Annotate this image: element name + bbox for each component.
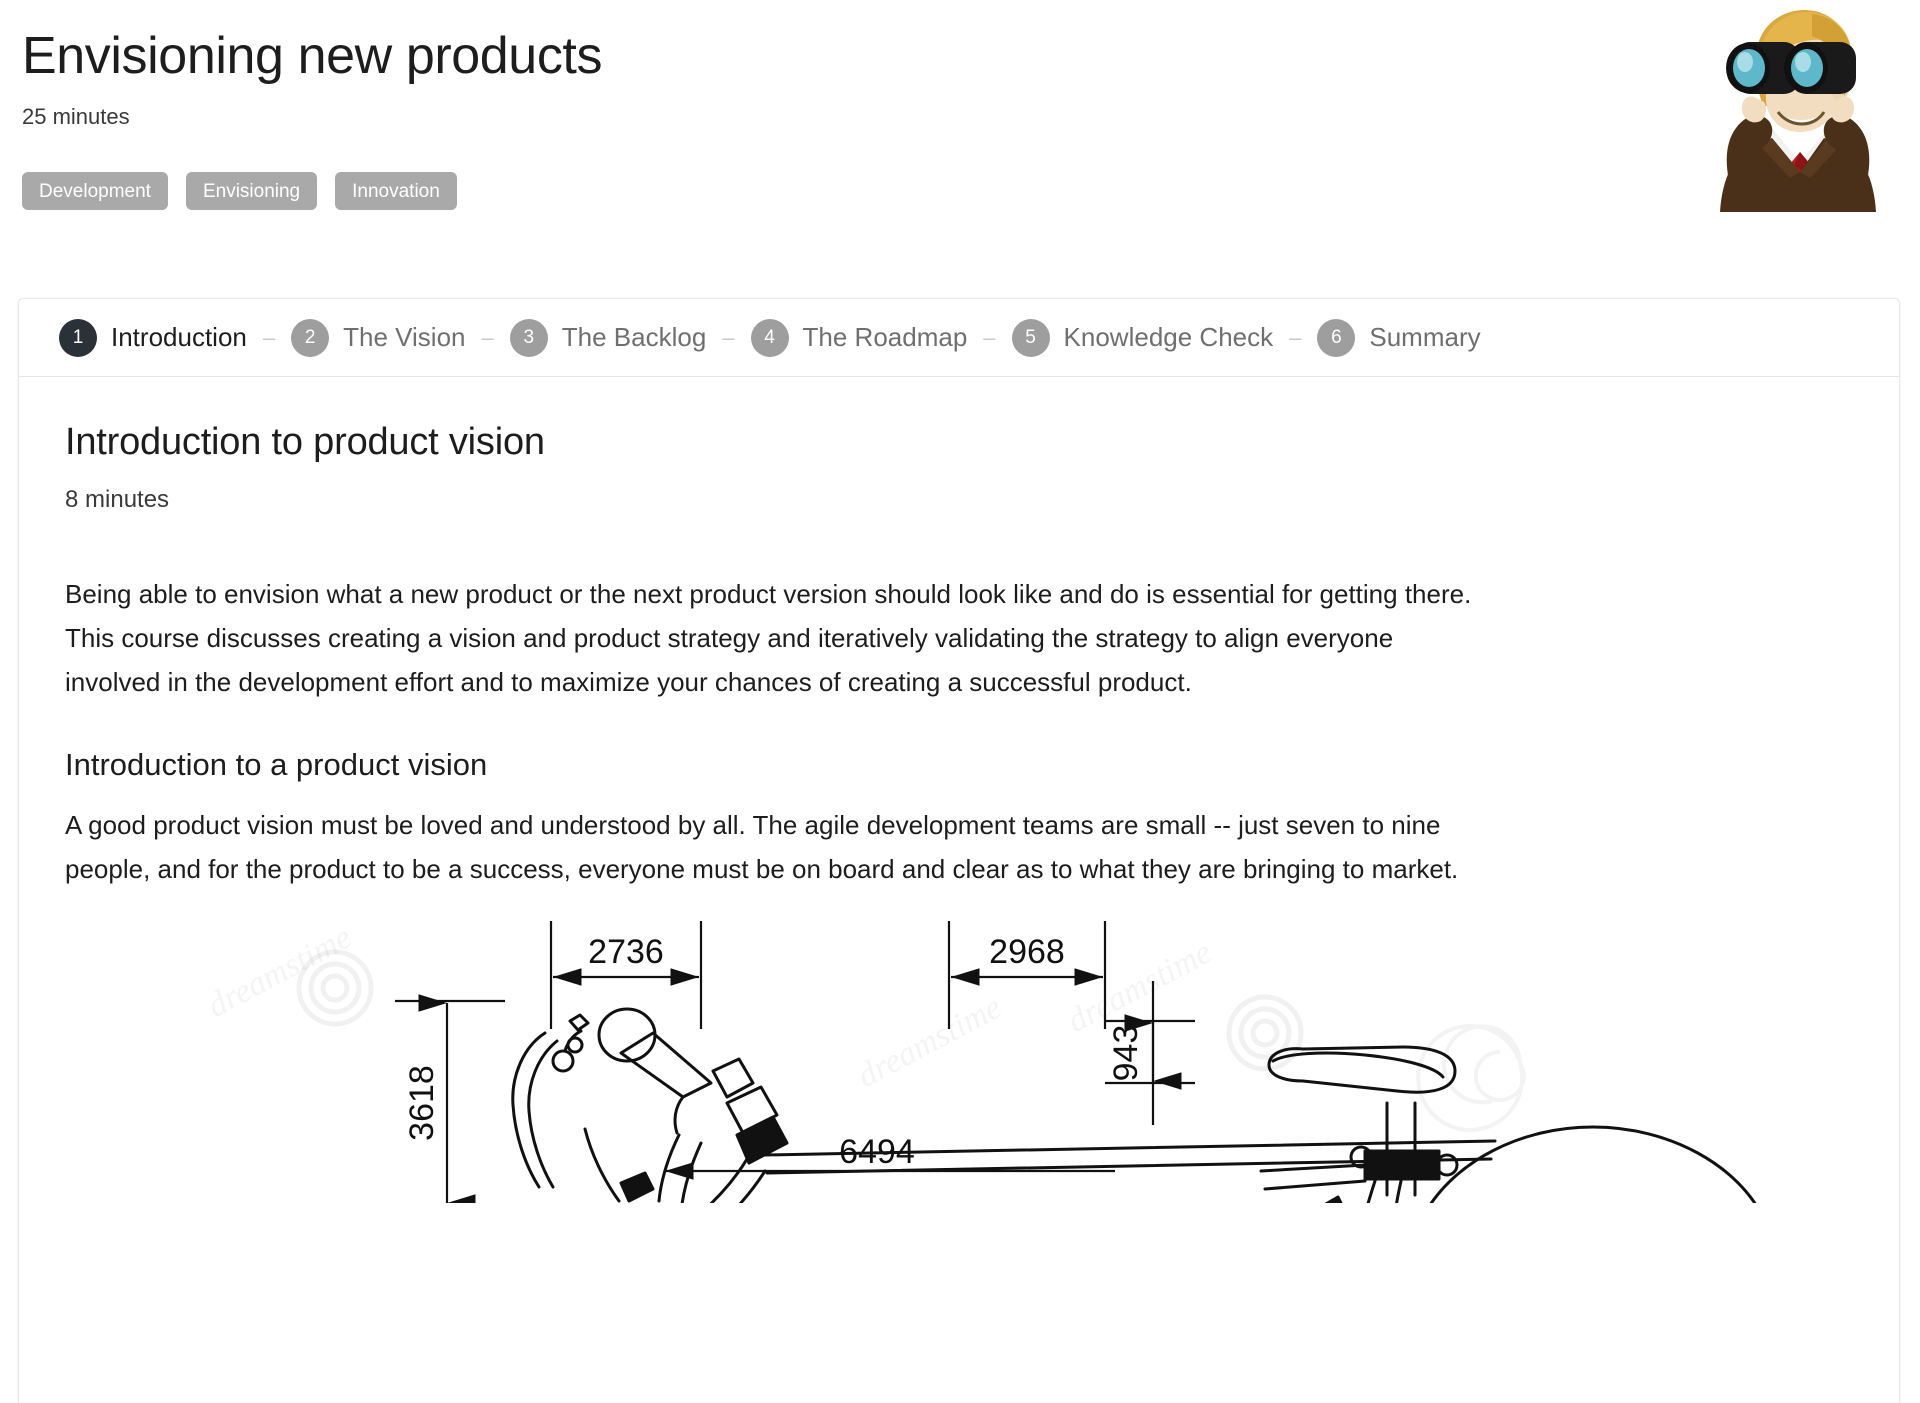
lesson-body: Introduction to product vision 8 minutes… <box>19 377 1899 1203</box>
step-4-badge: 4 <box>750 318 789 357</box>
step-1-label: Introduction <box>111 322 247 352</box>
step-6-summary[interactable]: 6 Summary <box>1317 318 1481 357</box>
bicycle-technical-drawing: dreamstime dreamstime dreamstime 2736 29… <box>65 913 1855 1203</box>
dimension-label-2968: 2968 <box>989 933 1065 971</box>
lesson-title: Introduction to product vision <box>65 421 545 463</box>
tag-innovation[interactable]: Innovation <box>335 172 457 211</box>
course-page: Envisioning new products 25 minutes Deve… <box>0 0 1920 1403</box>
step-5-knowledge-check[interactable]: 5 Knowledge Check <box>1011 318 1274 357</box>
step-5-badge: 5 <box>1011 318 1050 357</box>
course-header: Envisioning new products 25 minutes Deve… <box>0 0 1920 298</box>
step-5-label: Knowledge Check <box>1063 322 1274 352</box>
svg-text:dreamstime: dreamstime <box>851 988 1007 1095</box>
section-heading: Introduction to a product vision <box>65 746 488 782</box>
man-with-binoculars-avatar-icon <box>1694 2 1902 220</box>
lesson-card: 1 Introduction – 2 The Vision – 3 The Ba… <box>18 298 1900 1403</box>
dimension-label-2736: 2736 <box>588 933 664 971</box>
section-paragraph: A good product vision must be loved and … <box>65 809 1459 884</box>
step-separator: – <box>983 324 996 350</box>
step-1-badge: 1 <box>59 318 97 357</box>
tag-envisioning[interactable]: Envisioning <box>185 172 318 211</box>
step-separator: – <box>1289 324 1302 350</box>
step-3-badge: 3 <box>509 318 548 357</box>
lesson-intro-paragraph: Being able to envision what a new produc… <box>65 579 1472 698</box>
step-1-introduction[interactable]: 1 Introduction <box>59 318 247 357</box>
step-3-the-backlog[interactable]: 3 The Backlog <box>509 318 707 357</box>
step-2-label: The Vision <box>343 322 466 352</box>
step-2-badge: 2 <box>291 318 330 357</box>
course-duration: 25 minutes <box>22 104 130 130</box>
svg-text:dreamstime: dreamstime <box>1061 933 1217 1040</box>
tag-development[interactable]: Development <box>22 172 168 211</box>
dimension-label-3618: 3618 <box>403 1065 441 1141</box>
lesson-duration: 8 minutes <box>65 486 170 513</box>
svg-text:dreamstime: dreamstime <box>201 918 357 1025</box>
step-2-the-vision[interactable]: 2 The Vision <box>291 318 466 357</box>
step-6-label: Summary <box>1369 322 1481 352</box>
page-title: Envisioning new products <box>22 27 603 85</box>
dimension-label-943: 943 <box>1107 1025 1145 1082</box>
step-separator: – <box>262 324 276 350</box>
step-separator: – <box>722 324 735 350</box>
step-6-badge: 6 <box>1317 318 1356 357</box>
step-4-label: The Roadmap <box>802 322 968 352</box>
step-separator: – <box>481 324 494 350</box>
tag-list: Development Envisioning Innovation <box>22 172 1896 211</box>
step-3-label: The Backlog <box>561 322 707 352</box>
step-4-the-roadmap[interactable]: 4 The Roadmap <box>750 318 968 357</box>
lesson-stepper-nav: 1 Introduction – 2 The Vision – 3 The Ba… <box>19 299 1899 377</box>
